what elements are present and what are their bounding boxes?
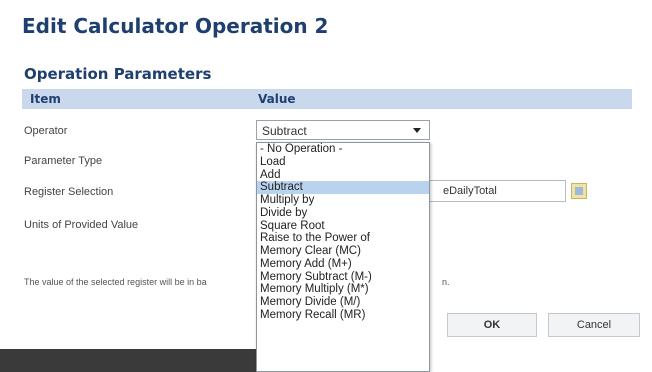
dialog-title: Edit Calculator Operation 2 bbox=[22, 14, 329, 38]
operator-label: Operator bbox=[24, 125, 68, 137]
units-label: Units of Provided Value bbox=[24, 219, 139, 231]
section-title: Operation Parameters bbox=[24, 65, 212, 83]
help-text-start: The value of the selected register will … bbox=[24, 277, 207, 287]
dropdown-option[interactable]: Memory Recall (MR) bbox=[257, 309, 429, 322]
operator-dropdown-list[interactable]: - No Operation - Load Add Subtract Multiply … bbox=[256, 142, 430, 372]
dropdown-option[interactable]: Load bbox=[257, 156, 429, 169]
register-input-value: eDailyTotal bbox=[443, 185, 497, 197]
dropdown-option[interactable]: Memory Divide (M/) bbox=[257, 296, 429, 309]
header-item: Item bbox=[30, 92, 61, 106]
register-selection-label: Register Selection bbox=[24, 186, 114, 198]
header-value: Value bbox=[258, 92, 296, 106]
dropdown-option[interactable]: Divide by bbox=[257, 207, 429, 220]
dropdown-option[interactable]: Raise to the Power of bbox=[257, 232, 429, 245]
help-text: The value of the selected register will … bbox=[24, 277, 450, 287]
dropdown-option[interactable]: Add bbox=[257, 169, 429, 182]
help-text-end: n. bbox=[442, 277, 450, 287]
operator-select-value: Subtract bbox=[262, 124, 307, 138]
dropdown-option[interactable]: Square Root bbox=[257, 220, 429, 233]
ok-button[interactable]: OK bbox=[447, 313, 537, 337]
dropdown-option[interactable]: Subtract bbox=[257, 181, 429, 194]
lookup-icon[interactable] bbox=[571, 183, 587, 199]
dropdown-option[interactable]: Memory Clear (MC) bbox=[257, 245, 429, 258]
table-header: Item Value bbox=[22, 89, 632, 109]
chevron-down-icon bbox=[413, 128, 421, 133]
dropdown-option[interactable]: Memory Subtract (M-) bbox=[257, 271, 429, 284]
dropdown-option[interactable]: Memory Multiply (M*) bbox=[257, 283, 429, 296]
operator-select[interactable]: Subtract bbox=[256, 120, 430, 140]
cancel-button[interactable]: Cancel bbox=[548, 313, 640, 337]
dropdown-option[interactable]: - No Operation - bbox=[257, 143, 429, 156]
parameter-type-label: Parameter Type bbox=[24, 155, 103, 167]
dropdown-option[interactable]: Multiply by bbox=[257, 194, 429, 207]
footer-bar bbox=[0, 349, 258, 372]
dropdown-option[interactable]: Memory Add (M+) bbox=[257, 258, 429, 271]
